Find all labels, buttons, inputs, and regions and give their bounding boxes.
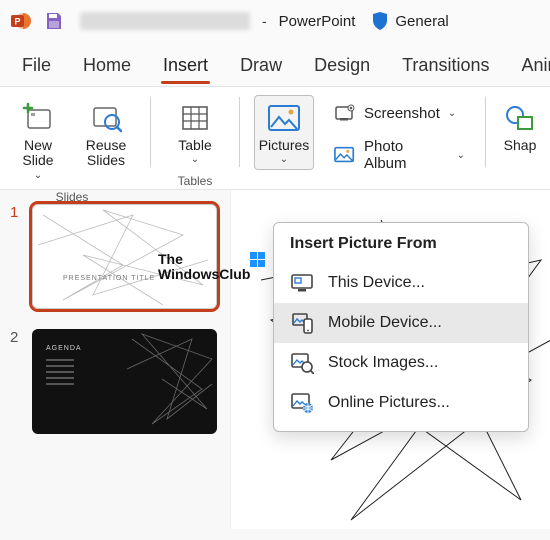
photo-album-label: Photo Album: [364, 138, 449, 172]
svg-text:P: P: [14, 17, 20, 27]
photo-album-button[interactable]: Photo Album ⌄: [328, 135, 471, 175]
table-button[interactable]: Table ⌄: [165, 95, 225, 170]
slide-thumb-2-row[interactable]: 2 AGENDA: [10, 329, 220, 434]
pictures-button[interactable]: Pictures ⌄: [254, 95, 314, 170]
chevron-down-icon: ⌄: [280, 154, 288, 165]
reuse-slides-label: Reuse Slides: [86, 138, 126, 169]
menu-item-label: Stock Images...: [328, 354, 438, 372]
menu-item-label: This Device...: [328, 274, 425, 292]
tab-home[interactable]: Home: [67, 45, 147, 86]
chevron-down-icon: ⌄: [457, 150, 465, 161]
slide-thumb-1-row[interactable]: 1 PRESENTATION TITLE: [10, 204, 220, 309]
ribbon-divider: [239, 97, 240, 167]
tab-animations[interactable]: Anim: [505, 45, 550, 86]
ribbon-group-images: Pictures ⌄: [254, 95, 314, 170]
mobile-device-icon: [290, 311, 314, 335]
slide-thumb-1[interactable]: PRESENTATION TITLE: [32, 204, 217, 309]
screenshot-button[interactable]: Screenshot ⌄: [328, 99, 471, 127]
powerpoint-app-icon: P: [10, 10, 32, 32]
menu-item-stock-images[interactable]: Stock Images...: [274, 343, 528, 383]
chevron-down-icon: ⌄: [34, 170, 42, 181]
menu-item-label: Mobile Device...: [328, 314, 442, 332]
pictures-icon: [266, 100, 302, 136]
tab-insert[interactable]: Insert: [147, 45, 224, 86]
shapes-button[interactable]: Shap: [498, 95, 542, 158]
document-title-blurred: [80, 12, 250, 30]
shapes-icon: [502, 100, 538, 136]
tab-design[interactable]: Design: [298, 45, 386, 86]
insert-picture-dropdown: Insert Picture From This Device... Mobil…: [273, 222, 529, 432]
ribbon-divider: [150, 97, 151, 167]
slide-thumb-2[interactable]: AGENDA: [32, 329, 217, 434]
menu-item-label: Online Pictures...: [328, 394, 450, 412]
table-label: Table: [178, 138, 211, 153]
group-label-tables: Tables: [178, 174, 213, 188]
sensitivity-indicator[interactable]: General: [371, 11, 448, 31]
slide-number-1: 1: [10, 204, 24, 221]
ribbon-divider: [485, 97, 486, 167]
slide-thumbnail-panel: 1 PRESENTATION TITLE 2: [0, 190, 230, 529]
ribbon-group-tables: Table ⌄ Tables: [165, 95, 225, 188]
ribbon-insert: New Slide ⌄ Reuse Slides Slides: [0, 86, 550, 190]
table-icon: [177, 100, 213, 136]
stock-images-icon: [290, 351, 314, 375]
slide-number-2: 2: [10, 329, 24, 346]
save-button[interactable]: [42, 9, 66, 33]
tab-file[interactable]: File: [6, 45, 67, 86]
ribbon-images-small: Screenshot ⌄ Photo Album ⌄: [328, 95, 471, 175]
new-slide-icon: [20, 100, 56, 136]
reuse-slides-button[interactable]: Reuse Slides: [76, 95, 136, 186]
tab-transitions[interactable]: Transitions: [386, 45, 505, 86]
photo-album-icon: [334, 144, 356, 166]
online-pictures-icon: [290, 391, 314, 415]
title-separator: -: [262, 13, 267, 29]
tab-draw[interactable]: Draw: [224, 45, 298, 86]
pictures-label: Pictures: [259, 138, 310, 153]
dropdown-header: Insert Picture From: [274, 233, 528, 263]
menu-item-online-pictures[interactable]: Online Pictures...: [274, 383, 528, 423]
new-slide-button[interactable]: New Slide ⌄: [8, 95, 68, 186]
sensitivity-label: General: [395, 13, 448, 30]
reuse-slides-icon: [88, 100, 124, 136]
windows-flag-icon: [250, 252, 266, 268]
ribbon-tabs: File Home Insert Draw Design Transitions…: [0, 42, 550, 86]
app-name-label: PowerPoint: [279, 13, 356, 30]
menu-item-this-device[interactable]: This Device...: [274, 263, 528, 303]
chevron-down-icon: ⌄: [448, 108, 456, 119]
chevron-down-icon: ⌄: [191, 154, 199, 165]
screenshot-icon: [334, 102, 356, 124]
screenshot-label: Screenshot: [364, 105, 440, 122]
shield-icon: [371, 11, 389, 31]
ribbon-group-slides: New Slide ⌄ Reuse Slides Slides: [8, 95, 136, 204]
menu-item-mobile-device[interactable]: Mobile Device...: [274, 303, 528, 343]
slide1-title-text: PRESENTATION TITLE: [63, 275, 155, 282]
this-device-icon: [290, 271, 314, 295]
slide2-title-text: AGENDA: [46, 345, 82, 352]
title-bar: P - PowerPoint General: [0, 0, 550, 42]
new-slide-label: New Slide: [22, 138, 53, 169]
shapes-label: Shap: [504, 138, 537, 153]
slide2-bullets: [46, 359, 74, 385]
ribbon-group-illustrations: Shap: [498, 95, 542, 158]
